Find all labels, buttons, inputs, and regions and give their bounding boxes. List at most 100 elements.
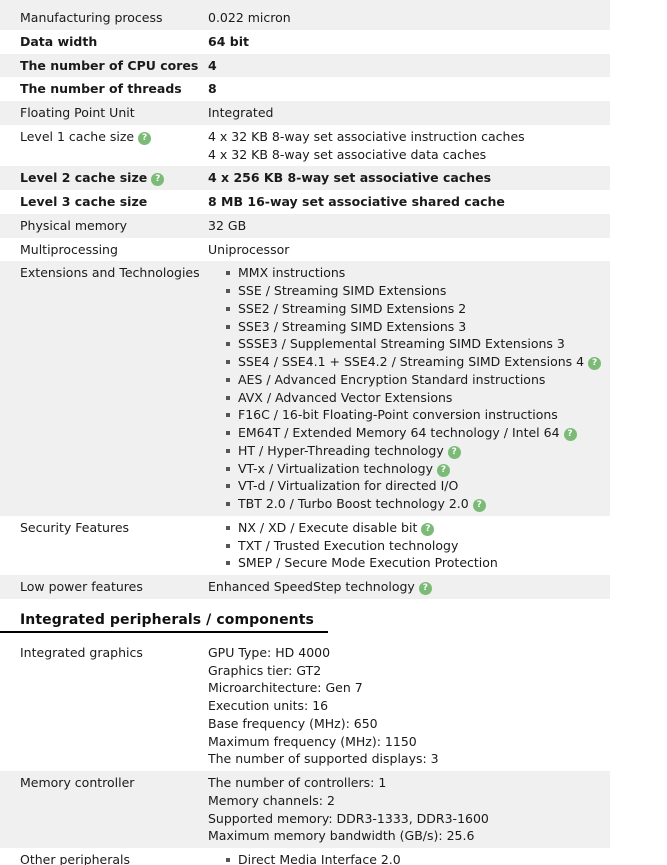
spec-label-cell: Low power features <box>0 575 208 599</box>
list-item-text: TXT / Trusted Execution technology <box>238 537 459 553</box>
spec-value-line: Supported memory: DDR3-1333, DDR3-1600 <box>208 810 489 826</box>
spec-label-text: Memory controller <box>20 775 135 790</box>
list-item-text: SMEP / Secure Mode Execution Protection <box>238 555 498 571</box>
spec-label-text: Extensions and Technologies <box>20 265 200 281</box>
spec-value-line: Maximum memory bandwidth (GB/s): 25.6 <box>208 828 475 844</box>
spec-label-text: Physical memory <box>20 217 128 233</box>
spec-value-cell: 8 MB 16-way set associative shared cache <box>208 190 610 214</box>
spec-value-cell: 32 GB <box>208 213 610 238</box>
list-item-text: VT-x / Virtualization technology <box>238 460 433 476</box>
help-icon[interactable] <box>447 445 461 459</box>
spec-table-architecture: Manufacturing process 0.022 micron Data wi… <box>0 6 610 599</box>
spec-label-cell: Floating Point Unit <box>0 101 208 125</box>
help-icon[interactable] <box>418 582 432 595</box>
list-item: SSE4 / SSE4.1 + SSE4.2 / Streaming SIMD … <box>226 353 602 371</box>
spec-label-text: Manufacturing process <box>20 10 163 25</box>
spec-value-text: 4 <box>208 57 217 73</box>
list-item-text: VT-d / Virtualization for directed I/O <box>238 478 459 494</box>
spec-row: Level 3 cache size 8 MB 16-way set associ… <box>0 190 610 214</box>
spec-row: Integrated graphics GPU Type: HD 4000 Grap… <box>0 640 610 771</box>
spec-value-text: Uniprocessor <box>208 241 290 257</box>
spec-label-cell: Manufacturing process <box>0 6 208 30</box>
spec-label-text: Level 2 cache size <box>20 170 148 186</box>
spec-value-line: Microarchitecture: Gen 7 <box>208 680 363 696</box>
spec-value-line: The number of controllers: 1 <box>208 775 387 790</box>
spec-label-cell: Security Features <box>0 515 208 575</box>
spec-label-text: Level 3 cache size <box>20 194 148 209</box>
list-item: HT / Hyper-Threading technology <box>226 442 602 460</box>
spec-value-cell: 8 <box>208 77 610 101</box>
spec-row: Manufacturing process 0.022 micron <box>0 6 610 30</box>
spec-value-cell: The number of controllers: 1 Memory chann… <box>208 771 610 848</box>
spec-table-integrated-peripherals: Integrated graphics GPU Type: HD 4000 Grap… <box>0 640 610 865</box>
spec-value-lines: 4 x 32 KB 8-way set associative instruct… <box>208 128 602 164</box>
spec-label-cell: The number of threads <box>0 77 208 101</box>
list-item-text: SSSE3 / Supplemental Streaming SIMD Exte… <box>238 336 565 352</box>
spec-value-cell: GPU Type: HD 4000 Graphics tier: GT2 Micro… <box>208 640 610 771</box>
spec-table-body: Integrated graphics GPU Type: HD 4000 Grap… <box>0 640 610 865</box>
list-item: SMEP / Secure Mode Execution Protection <box>226 554 602 572</box>
spec-value-cell: 4 x 256 KB 8-way set associative caches <box>208 166 610 190</box>
spec-value-line: 4 x 32 KB 8-way set associative instruct… <box>208 128 525 144</box>
list-item: MMX instructions <box>226 264 602 282</box>
list-item-text: NX / XD / Execute disable bit <box>238 519 418 535</box>
spec-value-text: 0.022 micron <box>208 10 291 25</box>
list-item: SSE2 / Streaming SIMD Extensions 2 <box>226 300 602 318</box>
spec-value-text: Integrated <box>208 105 274 120</box>
spec-row: Low power features Enhanced SpeedStep tec… <box>0 575 610 599</box>
spec-label-text: Integrated graphics <box>20 644 143 660</box>
list-item: AVX / Advanced Vector Extensions <box>226 389 602 407</box>
spec-table-body: Manufacturing process 0.022 micron Data wi… <box>0 6 610 599</box>
list-item: SSSE3 / Supplemental Streaming SIMD Exte… <box>226 335 602 353</box>
spec-label-cell: Physical memory <box>0 213 208 238</box>
list-item: EM64T / Extended Memory 64 technology / … <box>226 424 602 442</box>
spec-label-cell: Multiprocessing <box>0 237 208 262</box>
spec-value-text: 32 GB <box>208 217 247 233</box>
help-icon[interactable] <box>138 131 152 145</box>
help-icon[interactable] <box>472 499 486 512</box>
spec-label-text: Multiprocessing <box>20 241 118 257</box>
list-item: Direct Media Interface 2.0 <box>226 851 602 865</box>
spec-value-lines: GPU Type: HD 4000 Graphics tier: GT2 Micro… <box>208 644 602 768</box>
spec-value-bullet-list: NX / XD / Execute disable bit TXT / Trust… <box>208 519 602 572</box>
spec-value-line: Graphics tier: GT2 <box>208 662 322 678</box>
spec-label-text: The number of CPU cores <box>20 57 199 73</box>
list-item: AES / Advanced Encryption Standard instr… <box>226 371 602 389</box>
spec-value-lines: The number of controllers: 1 Memory chann… <box>208 774 602 845</box>
spec-value-line: The number of supported displays: 3 <box>208 751 439 767</box>
list-item-text: F16C / 16-bit Floating-Point conversion … <box>238 407 558 423</box>
spec-row: Level 1 cache size 4 x 32 KB 8-way set as… <box>0 124 610 167</box>
spec-row: Security Features NX / XD / Execute disab… <box>0 515 610 575</box>
list-item-text: SSE2 / Streaming SIMD Extensions 2 <box>238 300 467 316</box>
list-item: TBT 2.0 / Turbo Boost technology 2.0 <box>226 495 602 513</box>
help-icon[interactable] <box>588 357 602 370</box>
spec-value-cell: MMX instructions SSE / Streaming SIMD Ext… <box>208 261 610 516</box>
spec-label-cell: Level 2 cache size <box>0 166 208 190</box>
spec-label-text: Other peripherals <box>20 852 131 865</box>
spec-value-cell: Uniprocessor <box>208 237 610 262</box>
spec-row: The number of threads 8 <box>0 77 610 101</box>
spec-value-line: Base frequency (MHz): 650 <box>208 715 378 731</box>
spec-value-cell: NX / XD / Execute disable bit TXT / Trust… <box>208 515 610 575</box>
spec-label-cell: The number of CPU cores <box>0 53 208 78</box>
spec-value-text: 4 x 256 KB 8-way set associative caches <box>208 170 492 186</box>
spec-value-line: Memory channels: 2 <box>208 792 335 808</box>
spec-value-cell: Direct Media Interface 2.0PCI Express 3.… <box>208 848 610 865</box>
cpu-spec-sheet: Manufacturing process 0.022 micron Data wi… <box>0 0 667 865</box>
spec-value-line: Maximum frequency (MHz): 1150 <box>208 733 417 749</box>
list-item: NX / XD / Execute disable bit <box>226 519 602 537</box>
help-icon[interactable] <box>151 173 165 187</box>
list-item-text: SSE3 / Streaming SIMD Extensions 3 <box>238 318 467 334</box>
help-icon[interactable] <box>436 463 450 477</box>
spec-label-text: Data width <box>20 33 98 49</box>
list-item-text: SSE / Streaming SIMD Extensions <box>238 283 447 298</box>
spec-label-cell: Other peripherals <box>0 848 208 865</box>
spec-label-text: Level 1 cache size <box>20 128 135 144</box>
spec-label-cell: Extensions and Technologies <box>0 261 208 516</box>
help-icon[interactable] <box>563 428 577 441</box>
spec-row: Multiprocessing Uniprocessor <box>0 237 610 262</box>
help-icon[interactable] <box>421 522 435 536</box>
list-item: F16C / 16-bit Floating-Point conversion … <box>226 406 602 424</box>
spec-value-cell: 4 <box>208 53 610 78</box>
spec-row: Extensions and Technologies MMX instructi… <box>0 261 610 516</box>
